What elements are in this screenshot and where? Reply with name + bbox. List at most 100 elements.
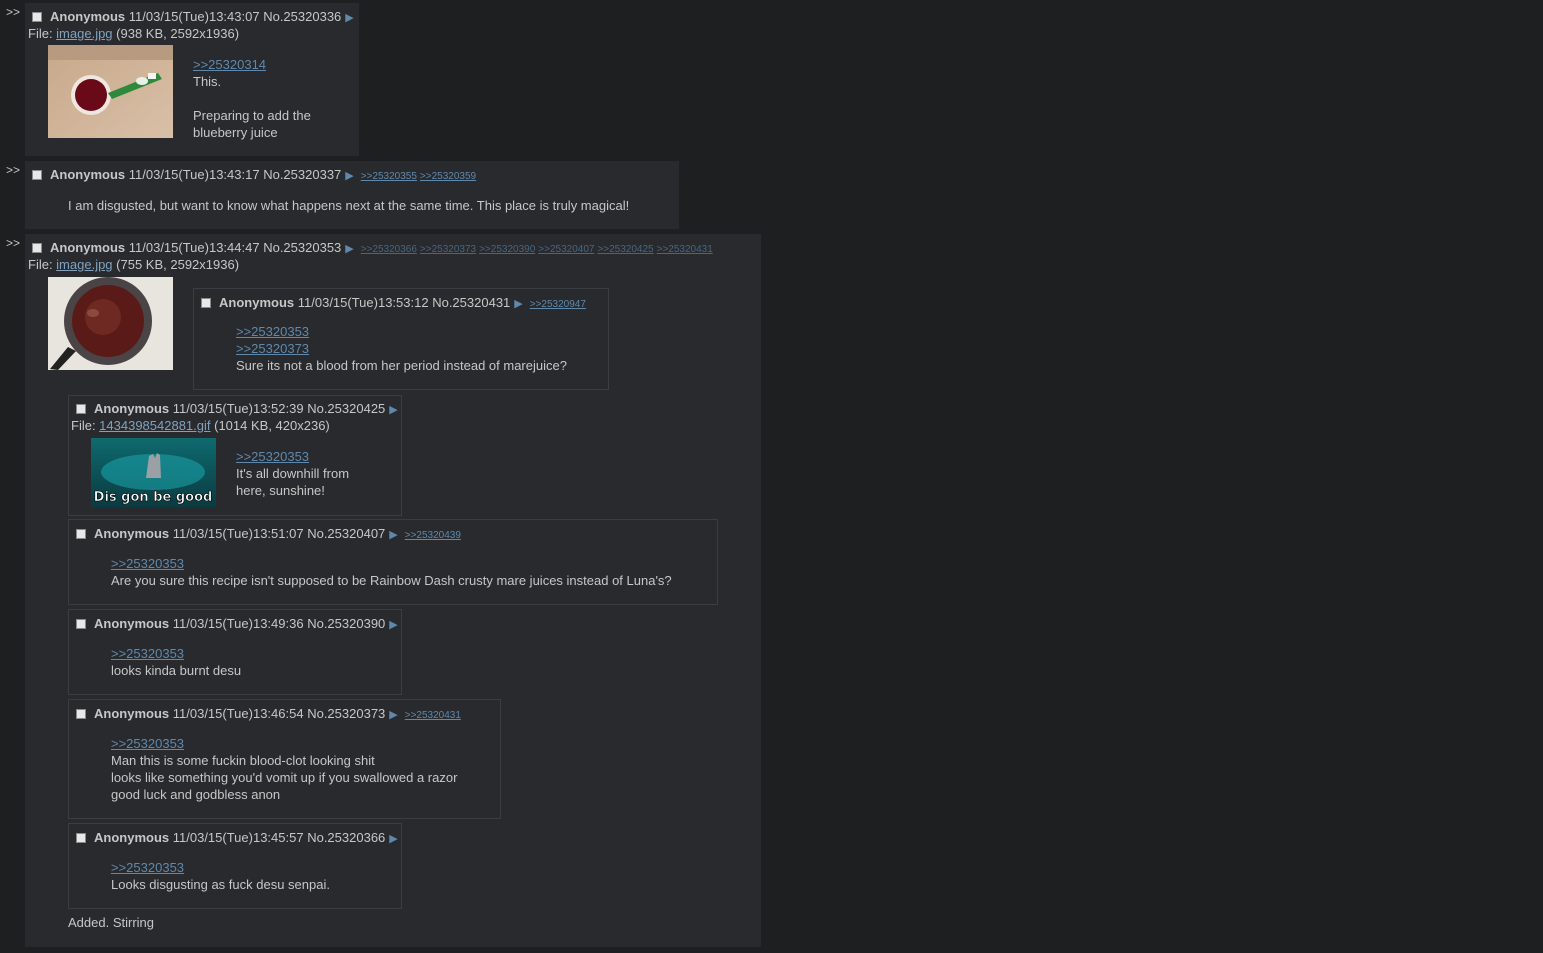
reply-25320390: Anonymous 11/03/15(Tue)13:49:36 No.25320… bbox=[68, 609, 402, 695]
triangle-menu-icon[interactable]: ▶ bbox=[389, 833, 397, 845]
file-info: File: 1434398542881.gif (1014 KB, 420x23… bbox=[71, 418, 330, 434]
post-number[interactable]: No.25320336 bbox=[263, 9, 341, 24]
thumbnail-image[interactable]: Dis gon be good bbox=[91, 438, 216, 508]
post-body: Added. Stirring bbox=[68, 914, 154, 931]
gif-caption: Dis gon be good bbox=[94, 490, 213, 505]
backlink[interactable]: >>25320431 bbox=[657, 244, 713, 255]
post-body: >>25320353 >>25320373 Sure its not a blo… bbox=[236, 323, 567, 374]
checkbox-icon[interactable] bbox=[76, 619, 86, 629]
post-header: Anonymous 11/03/15(Tue)13:51:07 No.25320… bbox=[76, 526, 461, 544]
post-text: Are you sure this recipe isn't supposed … bbox=[111, 573, 672, 588]
quote-link[interactable]: >>25320353 bbox=[111, 555, 672, 572]
post-number[interactable]: No.25320407 bbox=[307, 526, 385, 541]
backlink[interactable]: >>25320439 bbox=[405, 530, 461, 541]
reply-arrow: >> bbox=[6, 163, 21, 177]
file-meta: (1014 KB, 420x236) bbox=[210, 418, 330, 433]
poster-name: Anonymous bbox=[219, 295, 295, 310]
file-link[interactable]: image.jpg bbox=[56, 257, 112, 272]
backlink[interactable]: >>25320390 bbox=[479, 244, 535, 255]
post-date: 11/03/15(Tue)13:51:07 bbox=[172, 526, 304, 541]
post-text: looks like something you'd vomit up if y… bbox=[111, 770, 458, 785]
triangle-menu-icon[interactable]: ▶ bbox=[389, 709, 397, 721]
file-label: File: bbox=[28, 257, 57, 272]
quote-link[interactable]: >>25320353 bbox=[111, 859, 330, 876]
post-body: >>25320353 It's all downhill from here, … bbox=[236, 448, 349, 499]
checkbox-icon[interactable] bbox=[32, 12, 42, 22]
thumbnail-image[interactable] bbox=[48, 277, 173, 370]
triangle-menu-icon[interactable]: ▶ bbox=[514, 298, 522, 310]
post-number[interactable]: No.25320390 bbox=[307, 616, 385, 631]
post-header: Anonymous 11/03/15(Tue)13:43:17 No.25320… bbox=[32, 167, 476, 185]
post-text: Preparing to add the bbox=[193, 108, 311, 123]
triangle-menu-icon[interactable]: ▶ bbox=[389, 404, 397, 416]
post-text: Looks disgusting as fuck desu senpai. bbox=[111, 877, 330, 892]
backlink[interactable]: >>25320407 bbox=[538, 244, 594, 255]
quote-link[interactable]: >>25320353 bbox=[111, 645, 241, 662]
post-header: Anonymous 11/03/15(Tue)13:49:36 No.25320… bbox=[76, 616, 402, 633]
quote-link[interactable]: >>25320314 bbox=[193, 56, 311, 73]
checkbox-icon[interactable] bbox=[201, 298, 211, 308]
checkbox-icon[interactable] bbox=[76, 833, 86, 843]
post-date: 11/03/15(Tue)13:45:57 bbox=[172, 830, 304, 845]
backlink[interactable]: >>25320359 bbox=[420, 171, 476, 182]
poster-name: Anonymous bbox=[50, 167, 126, 182]
reply-arrow: >> bbox=[6, 236, 21, 250]
backlink[interactable]: >>25320366 bbox=[361, 244, 417, 255]
reply-25320431: Anonymous 11/03/15(Tue)13:53:12 No.25320… bbox=[193, 288, 609, 390]
file-link[interactable]: 1434398542881.gif bbox=[99, 418, 210, 433]
backlink[interactable]: >>25320425 bbox=[597, 244, 653, 255]
post-body: >>25320353 Man this is some fuckin blood… bbox=[111, 735, 457, 803]
triangle-menu-icon[interactable]: ▶ bbox=[389, 529, 397, 541]
backlink[interactable]: >>25320431 bbox=[405, 710, 461, 721]
triangle-menu-icon[interactable]: ▶ bbox=[389, 619, 397, 631]
thumbnail-image[interactable] bbox=[48, 45, 173, 138]
post-body: >>25320314 This. Preparing to add the bl… bbox=[193, 56, 311, 141]
checkbox-icon[interactable] bbox=[76, 404, 86, 414]
file-link[interactable]: image.jpg bbox=[56, 26, 112, 41]
post-text: looks kinda burnt desu bbox=[111, 663, 242, 678]
backlink[interactable]: >>25320947 bbox=[530, 299, 586, 310]
reply-arrow: >> bbox=[6, 5, 21, 19]
backlink[interactable]: >>25320373 bbox=[420, 244, 476, 255]
post-number[interactable]: No.25320337 bbox=[263, 167, 341, 182]
post-date: 11/03/15(Tue)13:43:07 bbox=[128, 9, 260, 24]
poster-name: Anonymous bbox=[94, 616, 170, 631]
reply-25320407: Anonymous 11/03/15(Tue)13:51:07 No.25320… bbox=[68, 519, 718, 605]
quote-link[interactable]: >>25320373 bbox=[236, 340, 567, 357]
post-number[interactable]: No.25320366 bbox=[307, 830, 385, 845]
post-text: Sure its not a blood from her period ins… bbox=[236, 358, 567, 373]
triangle-menu-icon[interactable]: ▶ bbox=[345, 170, 353, 182]
post-date: 11/03/15(Tue)13:53:12 bbox=[297, 295, 429, 310]
post-date: 11/03/15(Tue)13:52:39 bbox=[172, 401, 304, 416]
quote-link[interactable]: >>25320353 bbox=[236, 448, 349, 465]
poster-name: Anonymous bbox=[94, 526, 170, 541]
triangle-menu-icon[interactable]: ▶ bbox=[345, 12, 353, 24]
post-25320336: Anonymous 11/03/15(Tue)13:43:07 No.25320… bbox=[25, 3, 359, 156]
file-meta: (938 KB, 2592x1936) bbox=[112, 26, 240, 41]
post-date: 11/03/15(Tue)13:46:54 bbox=[172, 706, 304, 721]
file-label: File: bbox=[28, 26, 57, 41]
quote-link[interactable]: >>25320353 bbox=[111, 735, 457, 752]
post-number[interactable]: No.25320373 bbox=[307, 706, 385, 721]
post-number[interactable]: No.25320425 bbox=[307, 401, 385, 416]
post-text: This. bbox=[193, 74, 222, 89]
poster-name: Anonymous bbox=[94, 706, 170, 721]
checkbox-icon[interactable] bbox=[32, 170, 42, 180]
post-header: Anonymous 11/03/15(Tue)13:53:12 No.25320… bbox=[201, 295, 586, 313]
post-date: 11/03/15(Tue)13:49:36 bbox=[172, 616, 304, 631]
post-body: I am disgusted, but want to know what ha… bbox=[68, 197, 629, 214]
poster-name: Anonymous bbox=[50, 240, 126, 255]
checkbox-icon[interactable] bbox=[76, 529, 86, 539]
backlink[interactable]: >>25320355 bbox=[361, 171, 417, 182]
post-text: Man this is some fuckin blood-clot looki… bbox=[111, 753, 375, 768]
post-number[interactable]: No.25320431 bbox=[432, 295, 510, 310]
checkbox-icon[interactable] bbox=[76, 709, 86, 719]
poster-name: Anonymous bbox=[94, 401, 170, 416]
post-number[interactable]: No.25320353 bbox=[263, 240, 341, 255]
post-date: 11/03/15(Tue)13:43:17 bbox=[128, 167, 260, 182]
post-body: >>25320353 looks kinda burnt desu bbox=[111, 645, 241, 679]
triangle-menu-icon[interactable]: ▶ bbox=[345, 243, 353, 255]
post-text: I am disgusted, but want to know what ha… bbox=[68, 198, 630, 213]
checkbox-icon[interactable] bbox=[32, 243, 42, 253]
quote-link[interactable]: >>25320353 bbox=[236, 323, 567, 340]
